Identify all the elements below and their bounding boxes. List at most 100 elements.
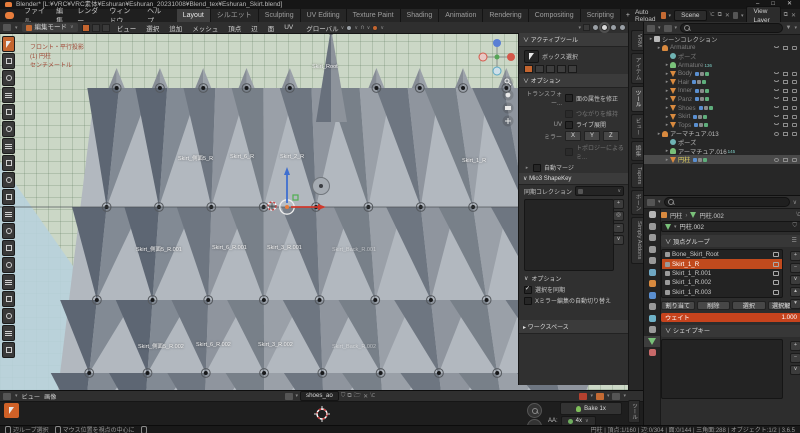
outliner-row-Tops[interactable]: ▸ Tops xyxy=(644,121,800,130)
workspace-tab-texture-paint[interactable]: Texture Paint xyxy=(346,9,401,22)
workspace-tab-uv-editing[interactable]: UV Editing xyxy=(300,9,347,22)
disable-render-icon[interactable] xyxy=(792,88,797,93)
hide-eye-closed-icon[interactable] xyxy=(774,88,779,91)
scale-tool-button[interactable] xyxy=(2,104,15,120)
knife-tool-button[interactable] xyxy=(2,257,15,273)
vertex-select-button[interactable] xyxy=(81,23,90,32)
mirror-y-button[interactable]: Y xyxy=(584,131,601,141)
solid-shading-icon[interactable] xyxy=(601,24,608,31)
outliner-row-Inner[interactable]: ▸ Inner xyxy=(644,87,800,96)
shapekey-add-button[interactable]: + xyxy=(790,340,800,351)
edge-slide-tool-button[interactable] xyxy=(2,325,15,341)
mesh-menu[interactable]: メッシュ xyxy=(189,23,221,33)
disable-render-icon[interactable] xyxy=(792,45,797,50)
outliner-search-input[interactable] xyxy=(680,23,783,33)
properties-tab-particles[interactable] xyxy=(644,301,660,313)
add-workspace-button[interactable]: + xyxy=(621,12,635,19)
pin-id-icon[interactable]: ⟈ xyxy=(796,212,800,219)
disable-viewport-icon[interactable] xyxy=(783,71,788,76)
select-new-icon[interactable] xyxy=(524,65,533,73)
move-tool-button[interactable] xyxy=(2,70,15,86)
copy-image-icon[interactable]: ⧉ xyxy=(347,393,351,400)
disable-render-icon[interactable] xyxy=(792,157,797,162)
remove-button[interactable]: 削除 xyxy=(696,300,730,310)
sync-collection-dropdown[interactable]: ∨ xyxy=(575,186,624,196)
fake-user-icon[interactable]: ⛉ xyxy=(341,393,346,400)
ie-tool-tab[interactable]: ツール xyxy=(628,400,640,423)
vgroup-specials-button[interactable]: ∨ xyxy=(790,275,800,285)
hide-eye-closed-icon[interactable] xyxy=(774,114,779,117)
snap-magnet-icon[interactable]: ∩ xyxy=(360,24,365,31)
outliner-row-Body[interactable]: ▸ Body xyxy=(644,69,800,78)
workspace-tab-シルエット[interactable]: シルエット xyxy=(210,9,259,22)
n-panel-tab-ツール[interactable]: ツール xyxy=(631,86,643,112)
disable-viewport-icon[interactable] xyxy=(783,88,788,93)
outliner-row-アーマチュア.016[interactable]: ▸ アーマチュア.016 145 xyxy=(644,147,800,156)
overlays-dropdown-icon[interactable]: ▾ xyxy=(578,25,581,31)
vgroup-move-down-button[interactable]: ▾ xyxy=(790,299,800,309)
properties-tab-constraints[interactable] xyxy=(644,324,660,336)
view-menu[interactable]: ビュー xyxy=(114,23,140,33)
workspace-tab-rendering[interactable]: Rendering xyxy=(483,9,529,22)
outliner-type-icon[interactable] xyxy=(647,24,655,32)
properties-tab-scene[interactable] xyxy=(644,255,660,267)
add-cube-tool-button[interactable] xyxy=(2,172,15,188)
workspace-tab-layout[interactable]: Layout xyxy=(176,9,211,22)
vertex-menu[interactable]: 頂点 xyxy=(225,23,244,33)
ie-tool-icon[interactable] xyxy=(579,392,588,400)
unlink-image-icon[interactable]: ✕ xyxy=(363,393,368,400)
active-tool-panel-header[interactable]: ∨ アクティブツール xyxy=(519,33,629,47)
disable-viewport-icon[interactable] xyxy=(783,123,788,128)
n-panel-tab-アイテム[interactable]: アイテム xyxy=(631,52,643,85)
disable-viewport-icon[interactable] xyxy=(783,114,788,119)
outliner-row-ポーズ[interactable]: ポーズ xyxy=(644,138,800,147)
vgroup-remove-button[interactable]: − xyxy=(790,263,800,273)
disable-render-icon[interactable] xyxy=(792,131,797,136)
editor-type-icon[interactable] xyxy=(3,24,11,31)
cursor-tool-button[interactable] xyxy=(2,53,15,69)
outliner-row-シーンコレクション[interactable]: ▸ シーンコレクション xyxy=(644,35,800,44)
hide-eye-closed-icon[interactable] xyxy=(774,71,779,74)
n-panel-tab-ビュー[interactable]: ビュー xyxy=(631,113,643,139)
fake-user-shield-icon[interactable]: ⛉ xyxy=(792,223,797,230)
vgroup-add-button[interactable]: + xyxy=(790,251,800,261)
hide-eye-closed-icon[interactable] xyxy=(774,106,779,109)
outliner-row-Skirt[interactable]: ▸ Skirt xyxy=(644,112,800,121)
rendered-shading-icon[interactable] xyxy=(619,24,626,31)
edge-menu[interactable]: 辺 xyxy=(248,23,261,33)
scene-selector[interactable]: Scene xyxy=(674,10,707,21)
ie-box-select-tool-button[interactable] xyxy=(4,403,19,418)
n-panel-tab-ボーン[interactable]: ボーン xyxy=(631,189,643,216)
n-panel-tab-編集[interactable]: 編集 xyxy=(631,140,643,161)
orientation-dropdown[interactable]: グローバル xyxy=(306,23,338,33)
disable-viewport-icon[interactable] xyxy=(783,97,788,102)
inset-faces-tool-button[interactable] xyxy=(2,206,15,222)
uv-menu[interactable]: UV xyxy=(281,24,296,31)
vertex-group-row[interactable]: Skirt_1_R xyxy=(662,259,782,269)
measure-tool-button[interactable] xyxy=(2,155,15,171)
workspace-tab-animation[interactable]: Animation xyxy=(439,9,484,22)
shape-key-list[interactable] xyxy=(661,338,783,399)
ie-zoom-button[interactable] xyxy=(527,403,542,418)
vertex-groups-panel-header[interactable]: ∨ 頂点グループ ☰ xyxy=(661,235,800,247)
unlink-scene-icon[interactable]: ✕ xyxy=(725,12,730,19)
auto-merge-checkbox[interactable] xyxy=(533,163,541,172)
disable-render-icon[interactable] xyxy=(792,114,797,119)
disable-viewport-icon[interactable] xyxy=(783,80,788,85)
select-intersect-icon[interactable] xyxy=(568,65,577,73)
select-subtract-icon[interactable] xyxy=(546,65,555,73)
n-panel-tab-vrm[interactable]: VRM xyxy=(631,30,643,51)
properties-tab-world[interactable] xyxy=(644,267,660,279)
proportional-edit-icon[interactable] xyxy=(372,24,379,31)
properties-search-input[interactable] xyxy=(663,197,790,207)
auto-reload-button[interactable]: Auto Reload xyxy=(635,9,658,23)
vertex-group-row[interactable]: Skirt_1_R.003 xyxy=(662,288,782,297)
sync-selection-checkbox[interactable] xyxy=(524,285,532,294)
disable-viewport-icon[interactable] xyxy=(783,45,788,50)
disable-render-icon[interactable] xyxy=(792,123,797,128)
hide-eye-closed-icon[interactable] xyxy=(774,80,779,83)
workspace-tab-compositing[interactable]: Compositing xyxy=(528,9,581,22)
shapekey-specials-button[interactable]: ∨ xyxy=(790,364,800,375)
loop-cut-tool-button[interactable] xyxy=(2,240,15,256)
select-button[interactable]: 選択 xyxy=(732,300,766,310)
